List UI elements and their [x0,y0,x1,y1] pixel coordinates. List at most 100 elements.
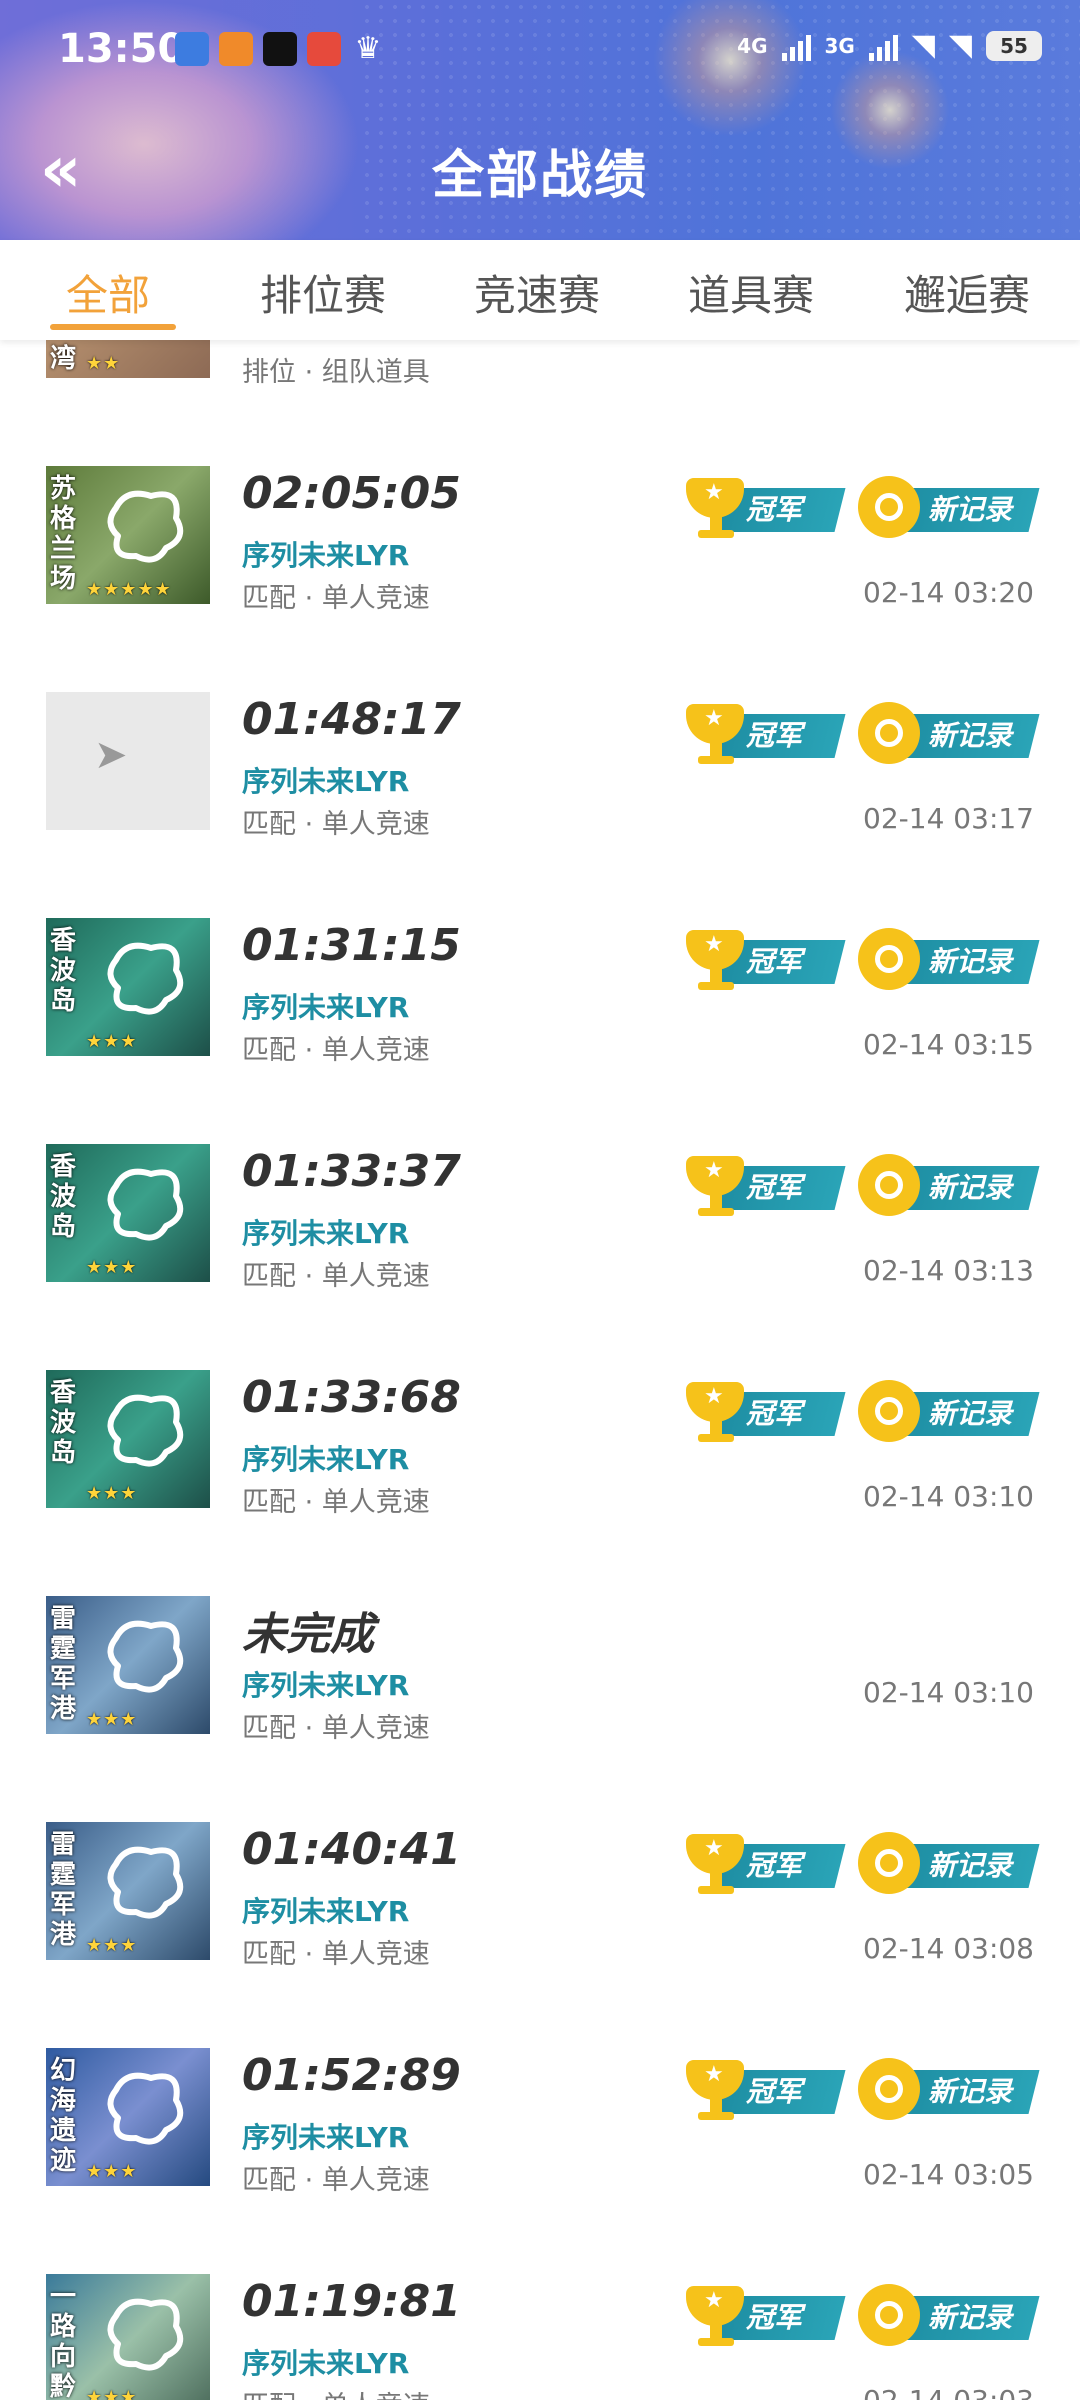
stopwatch-icon [858,702,920,764]
new-record-badge: 新记录 [858,1152,1040,1218]
track-outline-icon [107,2298,184,2371]
record-date: 02-14 03:20 [863,576,1034,609]
map-thumbnail: 湾 ★★ [46,340,210,378]
track-outline-icon [107,1620,184,1693]
active-tab-indicator [50,324,176,330]
race-time: 02:05:05 [242,468,461,519]
list-item[interactable]: 湾 ★★ 排位 · 组队道具 [0,340,1080,426]
new-record-badge: 新记录 [858,1378,1040,1444]
record-date: 02-14 03:15 [863,1028,1034,1061]
stopwatch-icon [858,2284,920,2346]
new-record-label: 新记录 [928,1397,1013,1430]
stopwatch-icon [858,1380,920,1442]
list-item[interactable]: 香波岛 ★★★ 01:33:37 序列未来LYR 匹配 · 单人竞速 冠军 ★ … [0,1104,1080,1330]
match-mode: 匹配 · 单人竞速 [242,809,430,840]
new-record-badge: 新记录 [858,1830,1040,1896]
status-bar: 13:50 ♛ 4G 3G ◥ ◥ 55 [0,0,1080,100]
signal-icon [781,31,811,61]
list-item[interactable]: 香波岛 ★★★ 01:33:68 序列未来LYR 匹配 · 单人竞速 冠军 ★ … [0,1330,1080,1556]
list-item[interactable]: 雷霆军港 ★★★ 未完成 序列未来LYR 匹配 · 单人竞速 02-14 03:… [0,1556,1080,1782]
map-name: 香波岛 [50,1152,77,1242]
stopwatch-icon [858,1832,920,1894]
map-thumbnail: 一路向黔 ★★★ [46,2274,210,2400]
player-name: 序列未来LYR [242,539,410,572]
champion-label: 冠军 [746,493,803,526]
tab-bar: 全部 排位赛 竞速赛 道具赛 邂逅赛 [0,240,1080,340]
champion-label: 冠军 [746,2301,803,2334]
wifi-icon: ◥ [911,28,935,63]
race-time: 01:19:81 [242,2276,461,2327]
map-name: 香波岛 [50,1378,77,1468]
record-date: 02-14 03:03 [863,2384,1034,2400]
list-item[interactable]: 苏格兰场 ★★★★★ 02:05:05 序列未来LYR 匹配 · 单人竞速 冠军… [0,426,1080,652]
difficulty-stars: ★★ [86,353,121,374]
map-name: 苏格兰场 [50,474,77,594]
difficulty-stars: ★★★ [86,1935,138,1956]
player-name: 序列未来LYR [242,1895,410,1928]
difficulty-stars: ★★★ [86,2387,138,2400]
difficulty-stars: ★★★ [86,1709,138,1730]
tab-encounter[interactable]: 邂逅赛 [904,262,1030,323]
race-time: 01:40:41 [242,1824,461,1875]
champion-label: 冠军 [746,1397,803,1430]
list-item[interactable]: 一路向黔 ★★★ 01:19:81 序列未来LYR 匹配 · 单人竞速 冠军 ★… [0,2234,1080,2400]
track-outline-icon [107,1168,184,1241]
stopwatch-icon [858,2058,920,2120]
tab-all[interactable]: 全部 [66,262,150,323]
header-banner: 13:50 ♛ 4G 3G ◥ ◥ 55 « 全部战绩 [0,0,1080,240]
new-record-label: 新记录 [928,2301,1013,2334]
new-record-badge: 新记录 [858,700,1040,766]
new-record-label: 新记录 [928,1849,1013,1882]
list-item[interactable]: 香波岛 ★★★ 01:31:15 序列未来LYR 匹配 · 单人竞速 冠军 ★ … [0,878,1080,1104]
map-placeholder-icon: ➤ [94,732,128,778]
status-right: 4G 3G ◥ ◥ 55 [737,28,1042,63]
new-record-label: 新记录 [928,945,1013,978]
record-date: 02-14 03:10 [863,1480,1034,1513]
champion-badge: 冠军 ★ [682,1378,846,1444]
champion-badge: 冠军 ★ [682,700,846,766]
map-name: 幻海遗迹 [50,2056,77,2176]
new-record-badge: 新记录 [858,2056,1040,2122]
list-item[interactable]: ➤ 01:48:17 序列未来LYR 匹配 · 单人竞速 冠军 ★ 新记录 02… [0,652,1080,878]
difficulty-stars: ★★★ [86,1257,138,1278]
app-notification-icon [219,32,253,66]
list-item[interactable]: 雷霆军港 ★★★ 01:40:41 序列未来LYR 匹配 · 单人竞速 冠军 ★… [0,1782,1080,2008]
match-mode: 匹配 · 单人竞速 [242,583,430,614]
map-thumbnail: 雷霆军港 ★★★ [46,1596,210,1734]
new-record-label: 新记录 [928,493,1013,526]
map-thumbnail: 香波岛 ★★★ [46,1370,210,1508]
crown-icon: ♛ [354,31,382,66]
tab-item[interactable]: 道具赛 [688,262,814,323]
track-outline-icon [107,2072,184,2145]
champion-badge: 冠军 ★ [682,1152,846,1218]
record-date: 02-14 03:05 [863,2158,1034,2191]
signal-icon [868,31,898,61]
race-time: 01:33:68 [242,1372,461,1423]
map-thumbnail: 香波岛 ★★★ [46,918,210,1056]
player-name: 序列未来LYR [242,1443,410,1476]
champion-badge: 冠军 ★ [682,2056,846,2122]
tab-ranked[interactable]: 排位赛 [260,262,386,323]
new-record-badge: 新记录 [858,2282,1040,2348]
record-date: 02-14 03:13 [863,1254,1034,1287]
notification-icons: ♛ [175,32,385,66]
champion-badge: 冠军 ★ [682,1830,846,1896]
difficulty-stars: ★★★ [86,1031,138,1052]
match-mode: 匹配 · 单人竞速 [242,1487,430,1518]
track-outline-icon [107,1394,184,1467]
record-list[interactable]: 湾 ★★ 排位 · 组队道具 苏格兰场 ★★★★★ 02:05:05 序列未来L… [0,340,1080,2400]
track-outline-icon [107,490,184,563]
new-record-badge: 新记录 [858,926,1040,992]
tab-speed[interactable]: 竞速赛 [474,262,600,323]
list-item[interactable]: 幻海遗迹 ★★★ 01:52:89 序列未来LYR 匹配 · 单人竞速 冠军 ★… [0,2008,1080,2234]
page-title: 全部战绩 [431,146,648,206]
champion-label: 冠军 [746,945,803,978]
status-time: 13:50 [58,26,186,72]
champion-label: 冠军 [746,719,803,752]
difficulty-stars: ★★★★★ [86,579,172,600]
tiktok-icon [263,32,297,66]
stopwatch-icon [858,928,920,990]
new-record-label: 新记录 [928,2075,1013,2108]
player-name: 序列未来LYR [242,2347,410,2380]
race-time: 01:52:89 [242,2050,461,2101]
